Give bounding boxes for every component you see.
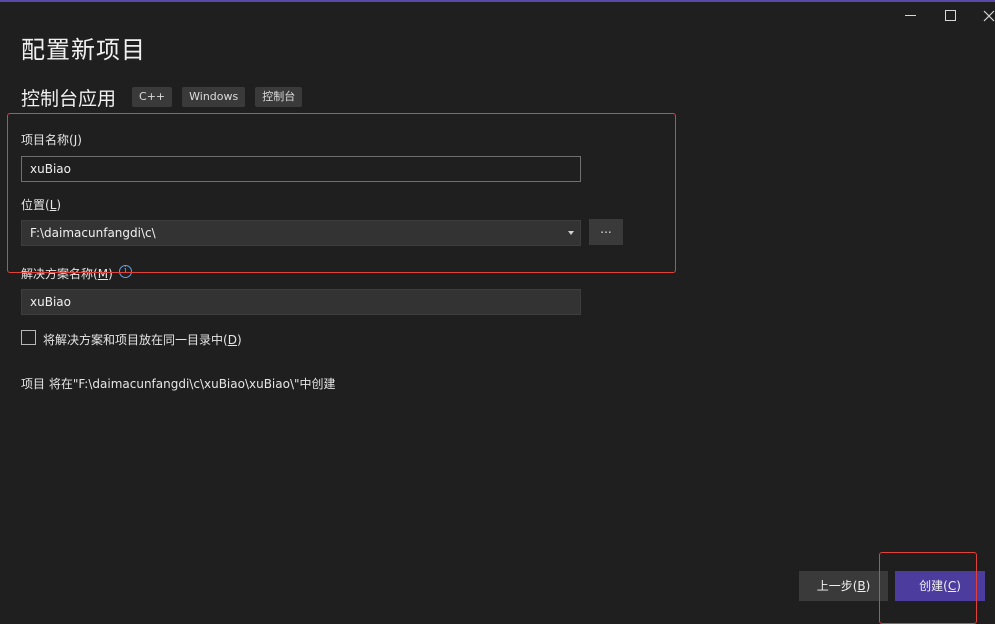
close-icon[interactable] [978,5,995,27]
same-directory-label[interactable]: 将解决方案和项目放在同一目录中(D) [43,331,242,348]
highlight-box-fields [7,113,676,273]
project-path-info: 项目 将在"F:\daimacunfangdi\c\xuBiao\xuBiao\… [21,377,336,391]
tag-language: C++ [132,87,173,107]
page-title: 配置新项目 [21,36,146,64]
template-name: 控制台应用 [21,87,117,110]
template-summary: 控制台应用 C++ Windows 控制台 [21,84,312,110]
tag-platform: Windows [182,87,246,107]
same-directory-checkbox[interactable] [21,330,36,345]
back-button[interactable]: 上一步(B) [799,571,888,601]
highlight-box-create [879,552,977,624]
maximize-icon[interactable] [939,5,961,27]
window-top-border [0,0,995,2]
tag-project-type: 控制台 [255,87,303,107]
minimize-icon[interactable] [900,5,922,27]
solution-name-input[interactable]: xuBiao [21,289,581,315]
